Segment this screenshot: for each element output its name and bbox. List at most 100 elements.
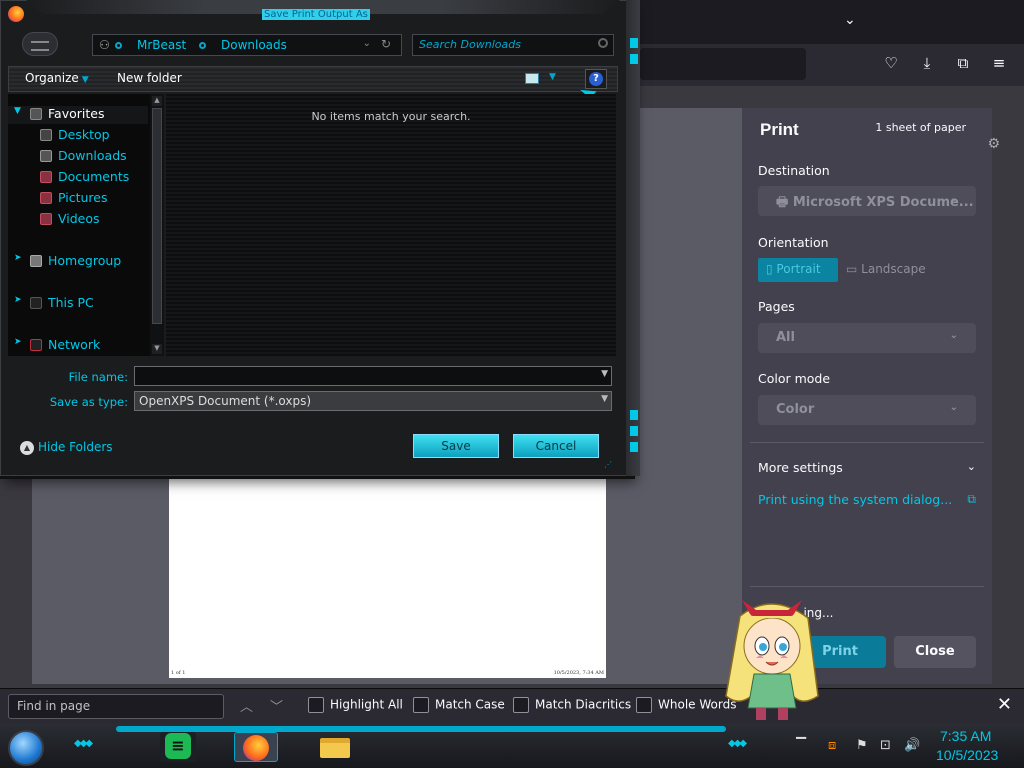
tray-overflow-icon[interactable]: ▔ xyxy=(796,738,806,753)
chevron-down-icon: ⌄ xyxy=(949,402,958,413)
decor-tick xyxy=(630,54,638,64)
downloads-icon[interactable]: ⤓ xyxy=(918,54,936,72)
chevron-down-icon: ⌄ xyxy=(949,330,958,341)
menu-icon[interactable]: ≡ xyxy=(990,54,1008,72)
star-icon xyxy=(30,108,42,120)
cartoon-character-sticker xyxy=(725,600,819,720)
address-bar[interactable]: ⚇ MrBeast Downloads ⌄ ↻ xyxy=(92,34,402,56)
find-next-icon[interactable]: ﹀ xyxy=(270,696,283,715)
close-button[interactable]: Close xyxy=(894,636,976,668)
chevron-down-icon: ▼ xyxy=(601,394,608,404)
cancel-button[interactable]: Cancel xyxy=(513,434,599,458)
navigation-scrollbar[interactable]: ▲ ▼ xyxy=(150,94,164,356)
expand-icon[interactable]: ➤ xyxy=(14,337,22,347)
taskbar-glow xyxy=(116,726,726,732)
scroll-down-icon[interactable]: ▼ xyxy=(152,344,162,354)
extensions-icon[interactable]: ⧉ xyxy=(954,54,972,72)
network-icon xyxy=(30,339,42,351)
find-previous-icon[interactable]: ︿ xyxy=(240,696,253,715)
notes-app-button[interactable]: ≡ xyxy=(160,732,196,762)
scroll-up-icon[interactable]: ▲ xyxy=(152,96,162,106)
hide-folders-button[interactable]: ▲ Hide Folders xyxy=(20,440,113,455)
pages-select[interactable]: All ⌄ xyxy=(758,323,976,353)
clock-date[interactable]: 10/5/2023 xyxy=(936,747,998,763)
more-settings-toggle[interactable]: More settings xyxy=(758,460,843,475)
clock-time[interactable]: 7:35 AM xyxy=(940,728,991,744)
folder-icon xyxy=(320,738,350,758)
color-mode-select[interactable]: Color ⌄ xyxy=(758,395,976,425)
orientation-label: Orientation xyxy=(758,235,829,250)
new-folder-button[interactable]: New folder xyxy=(117,71,182,85)
expand-icon[interactable]: ➤ xyxy=(14,253,22,263)
url-bar[interactable] xyxy=(640,48,806,80)
breadcrumb-user[interactable]: MrBeast xyxy=(137,38,186,52)
expand-icon[interactable]: ▼ xyxy=(14,106,21,116)
sheet-count: 1 sheet of paper xyxy=(875,121,966,134)
system-dialog-link[interactable]: Print using the system dialog... xyxy=(758,492,952,507)
gear-icon: ⚙ xyxy=(987,136,1000,152)
expand-icon[interactable]: ➤ xyxy=(14,295,22,305)
start-button[interactable] xyxy=(8,730,44,766)
decor-tick xyxy=(630,426,638,436)
refresh-icon[interactable]: ↻ xyxy=(381,37,391,51)
chevron-down-icon[interactable]: ▼ xyxy=(549,72,556,82)
list-all-tabs-icon[interactable]: ⌄ xyxy=(844,12,860,28)
file-name-label: File name: xyxy=(68,370,128,384)
file-name-input[interactable]: ▼ xyxy=(134,366,612,386)
volume-icon[interactable]: 🔊 xyxy=(904,738,920,753)
network-icon[interactable]: ⊡ xyxy=(880,738,891,753)
decor-chevrons: ◆◆◆ xyxy=(74,738,93,749)
destination-select[interactable]: 🖶 Microsoft XPS Docume... ⌄ xyxy=(758,186,976,216)
preview-page: 1 of 1 10/5/2023, 7:34 AM xyxy=(169,470,606,678)
app-tray-icon[interactable]: ⧈ xyxy=(828,738,836,753)
find-bar: Find in page ︿ ﹀ Highlight All Match Cas… xyxy=(0,688,1024,724)
save-button[interactable]: Save xyxy=(413,434,499,458)
close-icon[interactable]: ✕ xyxy=(997,694,1012,715)
navigation-pane: ▼ Favorites Desktop Downloads Documents … xyxy=(8,94,150,356)
decor-tick xyxy=(630,410,638,420)
dialog-toolbar: Organize ▼ New folder ▼ ? xyxy=(8,66,618,92)
resize-grip-icon[interactable]: ⋰ xyxy=(604,460,612,469)
match-diacritics-checkbox[interactable]: Match Diacritics xyxy=(513,697,631,713)
find-input[interactable]: Find in page xyxy=(8,694,224,719)
decor-tick xyxy=(630,38,638,48)
breadcrumb-separator-icon xyxy=(115,42,122,49)
firefox-icon xyxy=(243,735,269,761)
computer-icon xyxy=(30,297,42,309)
collapse-icon: ▲ xyxy=(20,440,34,455)
videos-icon xyxy=(40,213,52,225)
search-icon xyxy=(598,38,608,48)
save-as-type-select[interactable]: OpenXPS Document (*.oxps) ▼ xyxy=(134,391,612,411)
documents-icon xyxy=(40,171,52,183)
portrait-option[interactable]: ▯ Portrait xyxy=(758,258,838,282)
firefox-tab-bar: ⌄ xyxy=(620,0,1024,44)
match-case-checkbox[interactable]: Match Case xyxy=(413,697,505,713)
back-forward-button[interactable] xyxy=(22,32,58,56)
organize-button[interactable]: Organize ▼ xyxy=(25,71,89,85)
chevron-down-icon[interactable]: ⌄ xyxy=(363,38,371,49)
dialog-frame-edge xyxy=(626,0,640,476)
view-options-icon[interactable] xyxy=(525,73,539,84)
downloads-folder-icon xyxy=(40,150,52,162)
empty-message: No items match your search. xyxy=(311,110,471,123)
chevron-down-icon[interactable]: ⌄ xyxy=(967,460,976,473)
external-link-icon: ⧉ xyxy=(967,492,976,506)
highlight-all-checkbox[interactable]: Highlight All xyxy=(308,697,403,713)
search-downloads-input[interactable]: Search Downloads xyxy=(412,34,614,56)
nav-favorites[interactable]: ▼ Favorites xyxy=(8,106,148,124)
pictures-icon xyxy=(40,192,52,204)
landscape-option[interactable]: ▭ Landscape xyxy=(846,258,946,282)
preview-date: 10/5/2023, 7:34 AM xyxy=(553,670,604,676)
pocket-icon[interactable]: ♡ xyxy=(882,54,900,72)
divider xyxy=(750,442,984,443)
chevron-down-icon: ⌄ xyxy=(949,193,958,204)
file-explorer-button[interactable] xyxy=(316,732,352,762)
file-list[interactable]: No items match your search. xyxy=(166,94,616,356)
chevron-down-icon[interactable]: ▼ xyxy=(601,369,608,379)
breadcrumb-downloads[interactable]: Downloads xyxy=(221,38,287,52)
firefox-taskbar-button[interactable] xyxy=(234,732,278,762)
preview-page-number: 1 of 1 xyxy=(171,670,186,676)
breadcrumb-separator-icon xyxy=(199,42,206,49)
flag-icon[interactable]: ⚑ xyxy=(856,738,868,753)
scrollbar-thumb[interactable] xyxy=(152,108,162,324)
